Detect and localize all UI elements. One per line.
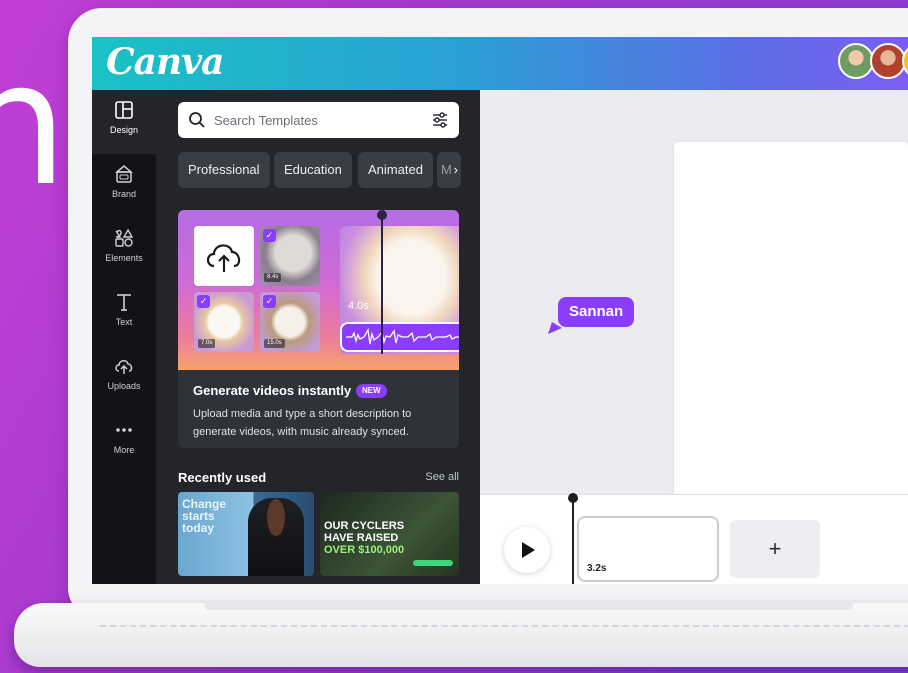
new-badge: NEW [356, 384, 387, 398]
canva-logo[interactable]: Canva [106, 41, 224, 83]
thumbnail-text: OUR CYCLERS HAVE RAISED OVER $100,000 [324, 520, 404, 556]
background-text: n [0, 26, 68, 224]
rail-item-label: Uploads [107, 381, 141, 391]
play-button[interactable] [504, 527, 550, 573]
app-screen: Canva Design Brand Elements Text Uploads… [92, 37, 908, 584]
play-icon [522, 542, 535, 558]
rail-item-label: Design [109, 125, 138, 135]
playhead[interactable] [572, 495, 574, 584]
search-input[interactable]: Search Templates [178, 102, 459, 138]
thumbnail-text: Change starts today [182, 497, 227, 535]
scrubber-handle [377, 210, 387, 220]
thumbnail-cta-pill [413, 560, 453, 566]
clip-duration: 3.2s [587, 563, 607, 574]
chip-more[interactable]: M › [437, 152, 461, 188]
laptop-base [14, 603, 908, 667]
chip-professional[interactable]: Professional [178, 152, 270, 188]
feature-illustration: ✓ 8.4s ✓ 7.0s ✓ 15.0s 4.0s [178, 210, 459, 370]
laptop-trackpad-slot [205, 600, 853, 610]
chip-more-label: M [441, 162, 452, 177]
playhead-handle[interactable] [568, 493, 578, 503]
clip-duration: 7.0s [198, 339, 216, 348]
chip-education[interactable]: Education [274, 152, 352, 188]
rail-item-text[interactable]: Text [92, 282, 156, 346]
recently-used-heading: Recently used [178, 470, 267, 485]
recent-design-thumbnail[interactable]: OUR CYCLERS HAVE RAISED OVER $100,000 [320, 492, 459, 576]
upload-tile [194, 226, 254, 286]
check-icon: ✓ [263, 295, 276, 308]
filter-icon[interactable] [431, 111, 449, 129]
rail-item-brand[interactable]: Brand [92, 154, 156, 218]
audio-waveform [340, 322, 459, 352]
clip-duration: 8.4s [264, 273, 282, 282]
see-all-link[interactable]: See all [425, 471, 459, 483]
feature-card-generate-videos[interactable]: ✓ 8.4s ✓ 7.0s ✓ 15.0s 4.0s Generate vide… [178, 210, 459, 448]
collaborator-avatar-1[interactable] [838, 43, 874, 79]
top-bar: Canva [92, 37, 908, 90]
thumbnail-text-line: OUR CYCLERS [324, 520, 405, 532]
add-page-button[interactable]: + [730, 520, 820, 578]
search-icon [189, 112, 205, 128]
rail-item-more[interactable]: More [92, 410, 156, 474]
shapes-icon [115, 228, 134, 247]
rail-item-label: Brand [111, 189, 137, 199]
chip-animated[interactable]: Animated [358, 152, 433, 188]
timeline: 3.2s + [480, 493, 908, 584]
collaborator-cursor-label: Sannan [558, 297, 635, 327]
more-dots-icon [116, 428, 132, 432]
feature-description: Upload media and type a short descriptio… [193, 408, 412, 438]
cloud-upload-icon [206, 244, 241, 272]
waveform-icon [346, 328, 459, 345]
left-rail: Design Brand Elements Text Uploads More [92, 90, 156, 584]
rail-item-label: Text [115, 317, 133, 327]
check-icon: ✓ [197, 295, 210, 308]
dog-photo-tile: ✓ 7.0s [194, 292, 254, 352]
clip-duration: 15.0s [264, 339, 285, 348]
person-photo [248, 498, 304, 576]
thumbnail-text-line: OVER $100,000 [324, 544, 405, 556]
collaborator-cursor-icon [548, 322, 562, 334]
preview-duration: 4.0s [348, 300, 369, 312]
thumbnail-text-line: HAVE RAISED [324, 532, 399, 544]
rail-item-design[interactable]: Design [92, 90, 156, 154]
layout-icon [115, 101, 133, 119]
collaborator-avatar-3[interactable] [902, 43, 908, 79]
canvas-area: Sannan [480, 90, 908, 502]
cloud-upload-icon [115, 360, 133, 374]
rail-item-elements[interactable]: Elements [92, 218, 156, 282]
rail-item-label: Elements [105, 253, 143, 263]
chevron-right-icon: › [453, 162, 458, 177]
dog-photo-tile: ✓ 15.0s [260, 292, 320, 352]
feature-title: Generate videos instantly [193, 383, 352, 398]
rail-item-label: More [113, 445, 135, 455]
collaborator-avatar-2[interactable] [870, 43, 906, 79]
brand-kit-icon [114, 165, 134, 183]
recent-design-thumbnail[interactable]: Change starts today [178, 492, 314, 576]
design-page[interactable] [674, 142, 908, 502]
check-icon: ✓ [263, 229, 276, 242]
preview-scrubber [381, 214, 383, 354]
dog-photo-tile: ✓ 8.4s [260, 226, 320, 286]
text-icon [117, 294, 131, 311]
search-placeholder: Search Templates [214, 113, 318, 128]
laptop-keyboard-edge [100, 625, 908, 627]
side-panel: Search Templates Professional Education … [156, 90, 480, 584]
timeline-clip[interactable]: 3.2s [577, 516, 719, 582]
rail-item-uploads[interactable]: Uploads [92, 346, 156, 410]
